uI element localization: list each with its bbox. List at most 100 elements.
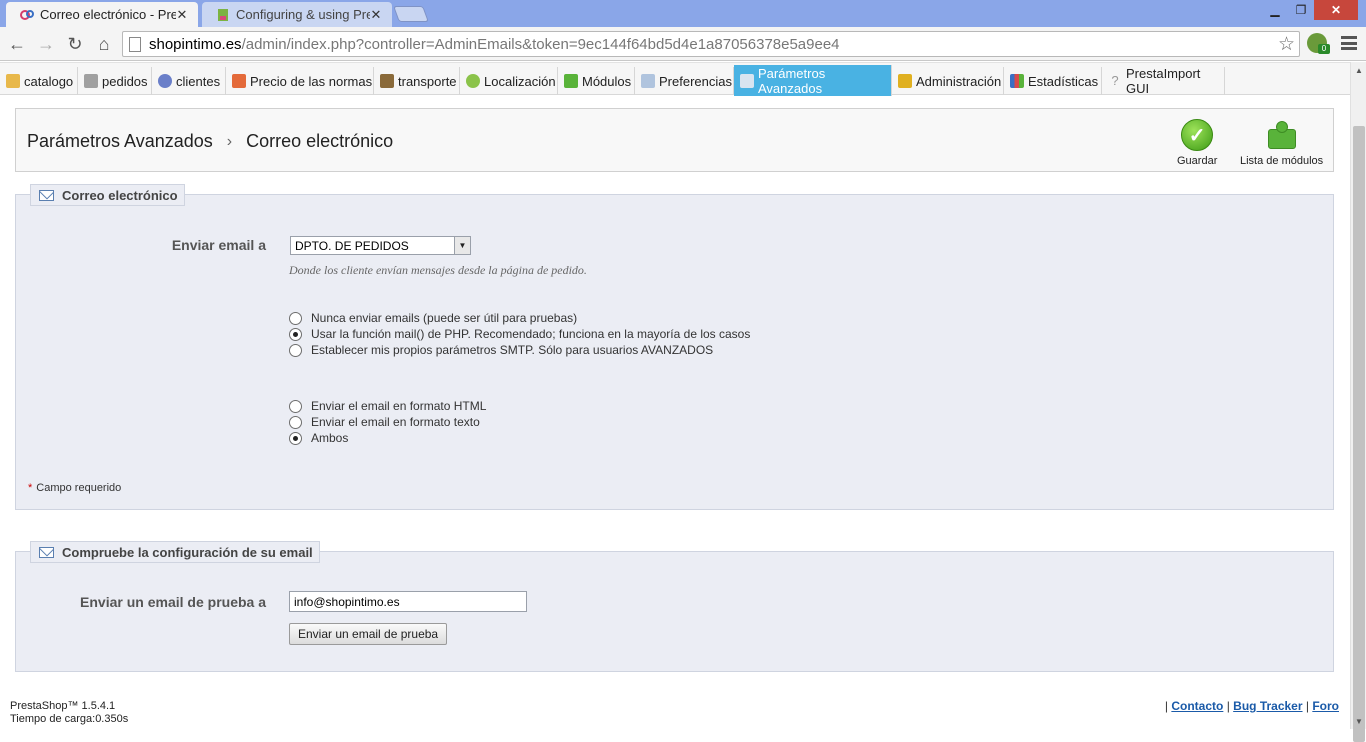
minimize-icon[interactable]: ▁: [1262, 0, 1288, 20]
menu-item-modulos[interactable]: Módulos: [558, 67, 635, 95]
page-scrollbar[interactable]: ▲ ▼: [1350, 62, 1366, 742]
window-controls: ▁ ❐ ✕: [1262, 0, 1358, 20]
method-option-never[interactable]: Nunca enviar emails (puede ser útil para…: [289, 310, 577, 326]
radio-button-checked[interactable]: [289, 431, 302, 445]
footer-link-bug-tracker[interactable]: Bug Tracker: [1233, 699, 1302, 713]
menu-item-catalogo[interactable]: catalogo: [0, 67, 78, 95]
radio-label: Nunca enviar emails (puede ser útil para…: [311, 311, 578, 325]
breadcrumb-current: Correo electrónico: [246, 131, 394, 151]
radio-button[interactable]: [289, 343, 302, 357]
doc-favicon-icon: [218, 8, 228, 21]
browser-menu-icon[interactable]: [1340, 33, 1358, 53]
format-option-both[interactable]: Ambos: [289, 430, 348, 446]
save-label: Guardar: [1177, 155, 1218, 167]
bookmark-star-icon[interactable]: ☆: [1278, 33, 1295, 56]
menu-item-preferencias[interactable]: Preferencias: [635, 67, 734, 95]
menu-item-clientes[interactable]: clientes: [152, 67, 226, 95]
tab-active[interactable]: Correo electrónico - Presta ✕: [6, 2, 198, 27]
window-close-icon[interactable]: ✕: [1314, 0, 1358, 20]
preferences-icon: [641, 74, 655, 88]
radio-label: Enviar el email en formato texto: [311, 415, 480, 429]
menu-item-label: Localización: [484, 73, 556, 89]
question-icon: ?: [1111, 73, 1119, 88]
radio-button[interactable]: [289, 311, 302, 325]
save-button[interactable]: ✓ Guardar: [1177, 119, 1217, 167]
address-bar[interactable]: shopintimo.es/admin/index.php?controller…: [122, 31, 1300, 57]
menu-item-estadisticas[interactable]: Estadísticas: [1004, 67, 1102, 95]
send-to-hint: Donde los cliente envían mensajes desde …: [289, 263, 587, 277]
menu-item-pedidos[interactable]: pedidos: [78, 67, 152, 95]
scroll-up-icon[interactable]: ▲: [1355, 66, 1363, 75]
globe-icon: [466, 74, 480, 88]
menu-item-label: Parámetros Avanzados: [758, 65, 826, 96]
reload-icon[interactable]: ↻: [63, 32, 87, 56]
footer-load-time: Tiempo de carga:0.350s: [10, 713, 129, 725]
price-icon: [232, 74, 246, 88]
envelope-icon: [39, 189, 54, 201]
required-asterisk-icon: *: [28, 482, 33, 494]
send-to-select[interactable]: DPTO. DE PEDIDOS ▼: [290, 236, 471, 255]
breadcrumb-separator-icon: ›: [226, 132, 233, 150]
test-email-value: info@shopintimo.es: [294, 594, 400, 609]
scroll-down-icon[interactable]: ▼: [1355, 717, 1363, 726]
menu-item-localizacion[interactable]: Localización: [460, 67, 558, 95]
truck-icon: [380, 74, 394, 88]
email-settings-legend: Correo electrónico: [30, 184, 185, 206]
method-option-php-mail[interactable]: Usar la función mail() de PHP. Recomenda…: [289, 326, 750, 342]
test-email-fieldset: Compruebe la configuración de su email E…: [15, 541, 1334, 672]
modules-list-button[interactable]: Lista de módulos: [1240, 119, 1323, 167]
puzzle-icon: [564, 74, 578, 88]
menu-item-label: Precio de las normas: [250, 73, 373, 89]
breadcrumb: Parámetros Avanzados › Correo electrónic…: [27, 131, 393, 152]
tab-close-icon[interactable]: ✕: [176, 7, 188, 23]
menu-item-label: transporte: [398, 73, 457, 89]
email-settings-fieldset: Correo electrónico Enviar email a DPTO. …: [15, 184, 1334, 510]
scroll-thumb[interactable]: [1353, 126, 1365, 742]
tab-inactive[interactable]: Configuring & using Presta ✕: [202, 2, 392, 27]
menu-item-precio-normas[interactable]: Precio de las normas: [226, 67, 374, 95]
radio-label: Ambos: [311, 431, 349, 445]
format-option-html[interactable]: Enviar el email en formato HTML: [289, 398, 486, 414]
back-icon[interactable]: ←: [5, 32, 29, 56]
breadcrumb-parent[interactable]: Parámetros Avanzados: [27, 131, 213, 152]
maximize-icon[interactable]: ❐: [1288, 0, 1314, 20]
page-header: Parámetros Avanzados › Correo electrónic…: [15, 108, 1334, 172]
menu-item-parametros-avanzados[interactable]: Parámetros Avanzados: [734, 65, 892, 96]
wrench-icon: [740, 73, 754, 88]
footer-link-foro[interactable]: Foro: [1312, 699, 1339, 713]
legend-text: Compruebe la configuración de su email: [62, 544, 313, 560]
browser-titlebar: Correo electrónico - Presta ✕ Configurin…: [0, 0, 1366, 27]
required-note-text: Campo requerido: [36, 482, 122, 494]
menu-item-administracion[interactable]: Administración: [892, 67, 1004, 95]
footer-info: PrestaShop™ 1.5.4.1 Tiempo de carga:0.35…: [10, 700, 128, 726]
new-tab-button[interactable]: [393, 6, 429, 22]
footer-link-contacto[interactable]: Contacto: [1171, 699, 1223, 713]
menu-item-label: PrestaImport GUI: [1126, 66, 1201, 96]
modules-list-label: Lista de módulos: [1240, 155, 1324, 167]
method-option-smtp[interactable]: Establecer mis propios parámetros SMTP. …: [289, 342, 713, 358]
format-option-text[interactable]: Enviar el email en formato texto: [289, 414, 480, 430]
chevron-down-icon: ▼: [454, 237, 470, 254]
radio-button[interactable]: [289, 415, 302, 429]
cart-icon: [84, 74, 98, 88]
key-icon: [898, 74, 912, 88]
send-to-label: Enviar email a: [171, 237, 266, 253]
radio-label: Establecer mis propios parámetros SMTP. …: [311, 343, 714, 357]
test-email-input[interactable]: info@shopintimo.es: [289, 591, 527, 612]
user-icon: [158, 74, 172, 88]
tab-title: Configuring & using Presta: [236, 7, 370, 22]
radio-button[interactable]: [289, 399, 302, 413]
prestashop-favicon-icon: [20, 9, 34, 20]
checkmark-icon: ✓: [1181, 119, 1214, 151]
required-note: * Campo requerido: [28, 482, 121, 494]
home-icon[interactable]: ⌂: [92, 32, 116, 56]
forward-icon[interactable]: →: [34, 32, 58, 56]
menu-item-prestaimport[interactable]: ? PrestaImport GUI: [1102, 66, 1225, 96]
radio-label: Enviar el email en formato HTML: [311, 399, 487, 413]
tab-close-icon[interactable]: ✕: [370, 7, 382, 23]
send-test-email-button[interactable]: Enviar un email de prueba: [289, 623, 448, 645]
menu-item-transporte[interactable]: transporte: [374, 67, 460, 95]
radio-button-checked[interactable]: [289, 327, 302, 341]
menu-item-label: clientes: [176, 73, 221, 89]
menu-item-label: catalogo: [24, 73, 74, 89]
